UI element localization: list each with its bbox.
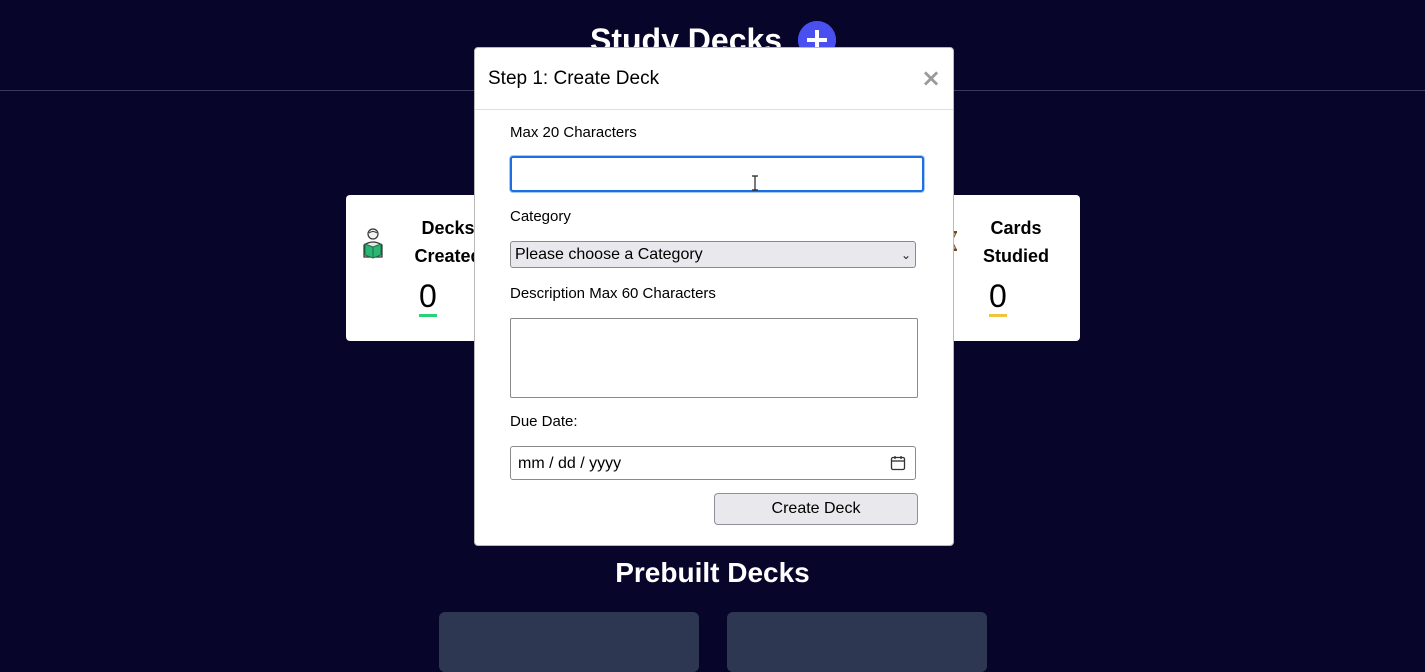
text-cursor-icon [752,175,758,191]
reading-person-icon [360,227,386,264]
chevron-down-icon: ⌄ [900,248,911,262]
prebuilt-deck-card[interactable] [439,612,699,672]
modal-header: Step 1: Create Deck × [475,48,953,110]
due-date-placeholder: mm / dd / yyyy [518,455,622,472]
deck-name-input[interactable] [510,156,924,192]
stat-value: 0 [989,278,1007,317]
due-date-label: Due Date: [510,413,578,430]
due-date-input[interactable]: mm / dd / yyyy [510,446,916,480]
category-selected-value: Please choose a Category [515,246,703,263]
stat-value: 0 [419,278,437,317]
deck-name-label: Max 20 Characters [510,124,637,141]
modal-title: Step 1: Create Deck [488,68,660,89]
prebuilt-decks-title: Prebuilt Decks [615,557,810,588]
stat-label: Cards Studied [983,218,1049,266]
close-icon[interactable]: × [919,64,943,92]
description-label: Description Max 60 Characters [510,285,716,302]
category-select[interactable]: Please choose a Category ⌄ [510,241,916,268]
calendar-icon[interactable] [890,455,906,476]
description-textarea[interactable] [510,318,918,398]
create-deck-button[interactable]: Create Deck [714,493,918,525]
category-label: Category [510,208,571,225]
prebuilt-deck-card[interactable] [727,612,987,672]
create-deck-modal: Step 1: Create Deck × Max 20 Characters … [474,47,954,546]
